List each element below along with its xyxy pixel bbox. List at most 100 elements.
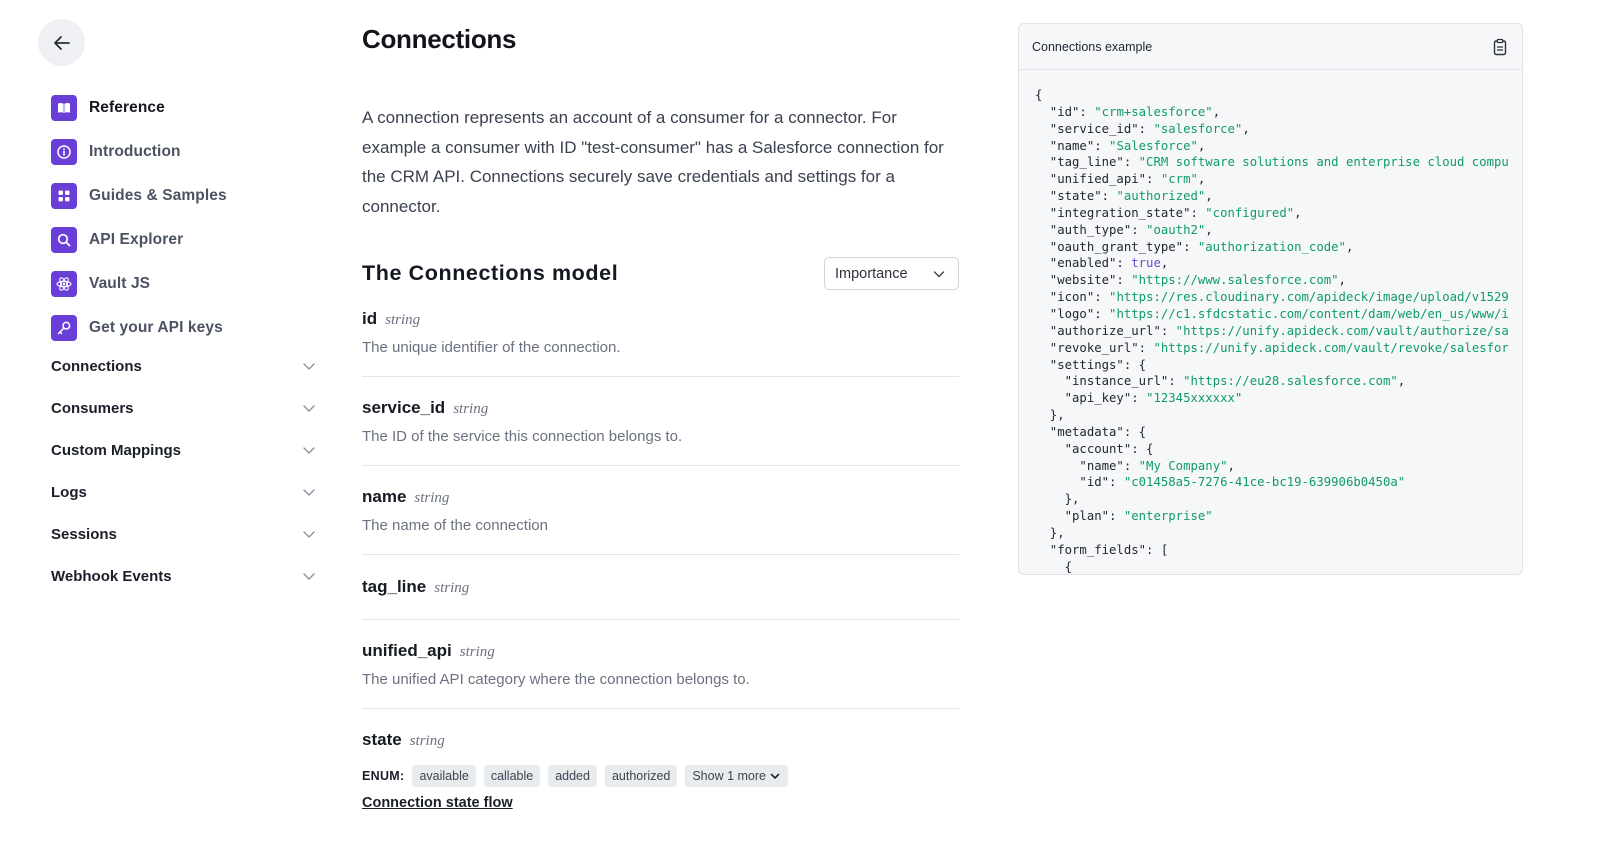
sidebar-item-label: Reference bbox=[89, 99, 165, 116]
code-line: "form_fields": [ bbox=[1035, 542, 1522, 559]
back-button[interactable] bbox=[38, 19, 85, 66]
code-token: , bbox=[1160, 256, 1169, 271]
field-unified-api: unified_api string The unified API categ… bbox=[362, 641, 959, 688]
sidebar-group-sessions[interactable]: Sessions bbox=[51, 513, 317, 555]
code-token: "tag_line": bbox=[1035, 155, 1139, 170]
enum-chip: available bbox=[412, 765, 476, 787]
grid-icon bbox=[51, 183, 77, 209]
sidebar-item-introduction[interactable]: Introduction bbox=[51, 130, 331, 174]
sort-select[interactable]: Importance bbox=[824, 257, 959, 290]
field-type: string bbox=[459, 644, 495, 660]
sidebar-group-webhook-events[interactable]: Webhook Events bbox=[51, 555, 317, 597]
code-line: "instance_url": "https://eu28.salesforce… bbox=[1035, 373, 1522, 390]
code-token: , bbox=[1345, 239, 1354, 254]
code-token: , bbox=[1197, 172, 1206, 187]
sidebar-item-reference[interactable]: Reference bbox=[51, 86, 331, 130]
enum-label: ENUM: bbox=[362, 769, 405, 783]
field-name: name bbox=[362, 487, 407, 506]
code-token: "instance_url": bbox=[1035, 374, 1184, 389]
show-more-button[interactable]: Show 1 more bbox=[685, 765, 788, 787]
code-line: "service_id": "salesforce", bbox=[1035, 121, 1522, 138]
chevron-down-icon bbox=[303, 489, 315, 496]
field-name: tag_line bbox=[362, 577, 427, 596]
enum-chip: added bbox=[548, 765, 597, 787]
chevron-down-icon bbox=[770, 773, 780, 779]
field-name: id bbox=[362, 309, 378, 328]
code-token: "enterprise" bbox=[1123, 509, 1213, 524]
field-id: id string The unique identifier of the c… bbox=[362, 309, 959, 356]
code-panel-header: Connections example bbox=[1019, 24, 1522, 70]
sidebar-group-label: Webhook Events bbox=[51, 567, 172, 585]
code-token: , bbox=[1197, 138, 1206, 153]
code-token: "api_key": bbox=[1035, 391, 1147, 406]
code-token: "form_fields": [ bbox=[1035, 542, 1169, 557]
code-token: , bbox=[1397, 374, 1406, 389]
sidebar-item-label: Introduction bbox=[89, 143, 181, 160]
clipboard-icon bbox=[1493, 38, 1507, 55]
field-type: string bbox=[409, 733, 445, 749]
code-token: "unified_api": bbox=[1035, 172, 1161, 187]
code-token: , bbox=[1242, 121, 1250, 136]
sidebar-nav: Reference Introduction Guides & Samples … bbox=[51, 86, 331, 350]
code-line: { bbox=[1035, 559, 1522, 574]
code-token: "https://c1.sfdcstatic.com/content/dam/w… bbox=[1109, 306, 1509, 321]
code-token: "https://unify.apideck.com/vault/authori… bbox=[1175, 323, 1509, 338]
code-token: , bbox=[1205, 222, 1213, 237]
field-description: The name of the connection bbox=[362, 517, 548, 534]
sidebar-group-custom-mappings[interactable]: Custom Mappings bbox=[51, 429, 317, 471]
connection-state-flow-link[interactable]: Connection state flow bbox=[362, 795, 513, 811]
code-token: , bbox=[1338, 273, 1346, 288]
chevron-down-icon bbox=[303, 363, 315, 370]
code-token: "settings": { bbox=[1035, 357, 1147, 372]
field-type: string bbox=[385, 312, 421, 328]
field-type: string bbox=[453, 401, 489, 417]
code-line: "auth_type": "oauth2", bbox=[1035, 222, 1522, 239]
code-token: "Salesforce" bbox=[1109, 138, 1198, 153]
code-line: "integration_state": "configured", bbox=[1035, 205, 1522, 222]
code-token: }, bbox=[1035, 525, 1065, 540]
code-token: }, bbox=[1035, 408, 1065, 423]
code-token: "state": bbox=[1035, 189, 1117, 204]
sidebar-group-label: Connections bbox=[51, 357, 142, 375]
field-divider bbox=[362, 554, 959, 555]
code-token: "salesforce" bbox=[1153, 121, 1243, 136]
code-line: "tag_line": "CRM software solutions and … bbox=[1035, 154, 1522, 171]
atom-icon bbox=[51, 271, 77, 297]
sidebar-group-connections[interactable]: Connections bbox=[51, 345, 317, 387]
sidebar-item-vault-js[interactable]: Vault JS bbox=[51, 262, 331, 306]
code-token: "plan": bbox=[1035, 509, 1124, 524]
code-token: "https://unify.apideck.com/vault/revoke/… bbox=[1153, 340, 1509, 355]
code-line: }, bbox=[1035, 407, 1522, 424]
field-description: The unified API category where the conne… bbox=[362, 671, 750, 688]
field-divider bbox=[362, 619, 959, 620]
sidebar-item-api-keys[interactable]: Get your API keys bbox=[51, 306, 331, 350]
code-token: { bbox=[1035, 88, 1043, 102]
field-name: state bbox=[362, 730, 402, 749]
code-line: "revoke_url": "https://unify.apideck.com… bbox=[1035, 340, 1522, 357]
enum-chip: callable bbox=[483, 765, 541, 787]
field-name: unified_api bbox=[362, 641, 452, 660]
sidebar-item-label: Vault JS bbox=[89, 275, 151, 292]
key-icon bbox=[51, 315, 77, 341]
field-type: string bbox=[434, 580, 470, 596]
sidebar-item-guides[interactable]: Guides & Samples bbox=[51, 174, 331, 218]
code-token: "authorized" bbox=[1116, 189, 1206, 204]
code-line: "oauth_grant_type": "authorization_code"… bbox=[1035, 239, 1522, 256]
sidebar-item-api-explorer[interactable]: API Explorer bbox=[51, 218, 331, 262]
enum-values: ENUM: available callable added authorize… bbox=[362, 765, 796, 787]
sidebar-item-label: Guides & Samples bbox=[89, 187, 227, 204]
enum-chip: authorized bbox=[604, 765, 678, 787]
code-token: "website": bbox=[1035, 273, 1132, 288]
code-token: "crm+salesforce" bbox=[1094, 104, 1213, 119]
code-line: "api_key": "12345xxxxxx" bbox=[1035, 390, 1522, 407]
search-icon bbox=[51, 227, 77, 253]
book-icon bbox=[51, 95, 77, 121]
copy-button[interactable] bbox=[1490, 37, 1510, 57]
intro-paragraph: A connection represents an account of a … bbox=[362, 108, 944, 216]
arrow-left-icon bbox=[53, 35, 70, 50]
field-name: service_id bbox=[362, 398, 446, 417]
code-token: "authorize_url": bbox=[1035, 323, 1176, 338]
sidebar-group-consumers[interactable]: Consumers bbox=[51, 387, 317, 429]
chevron-down-icon bbox=[303, 447, 315, 454]
sidebar-group-logs[interactable]: Logs bbox=[51, 471, 317, 513]
